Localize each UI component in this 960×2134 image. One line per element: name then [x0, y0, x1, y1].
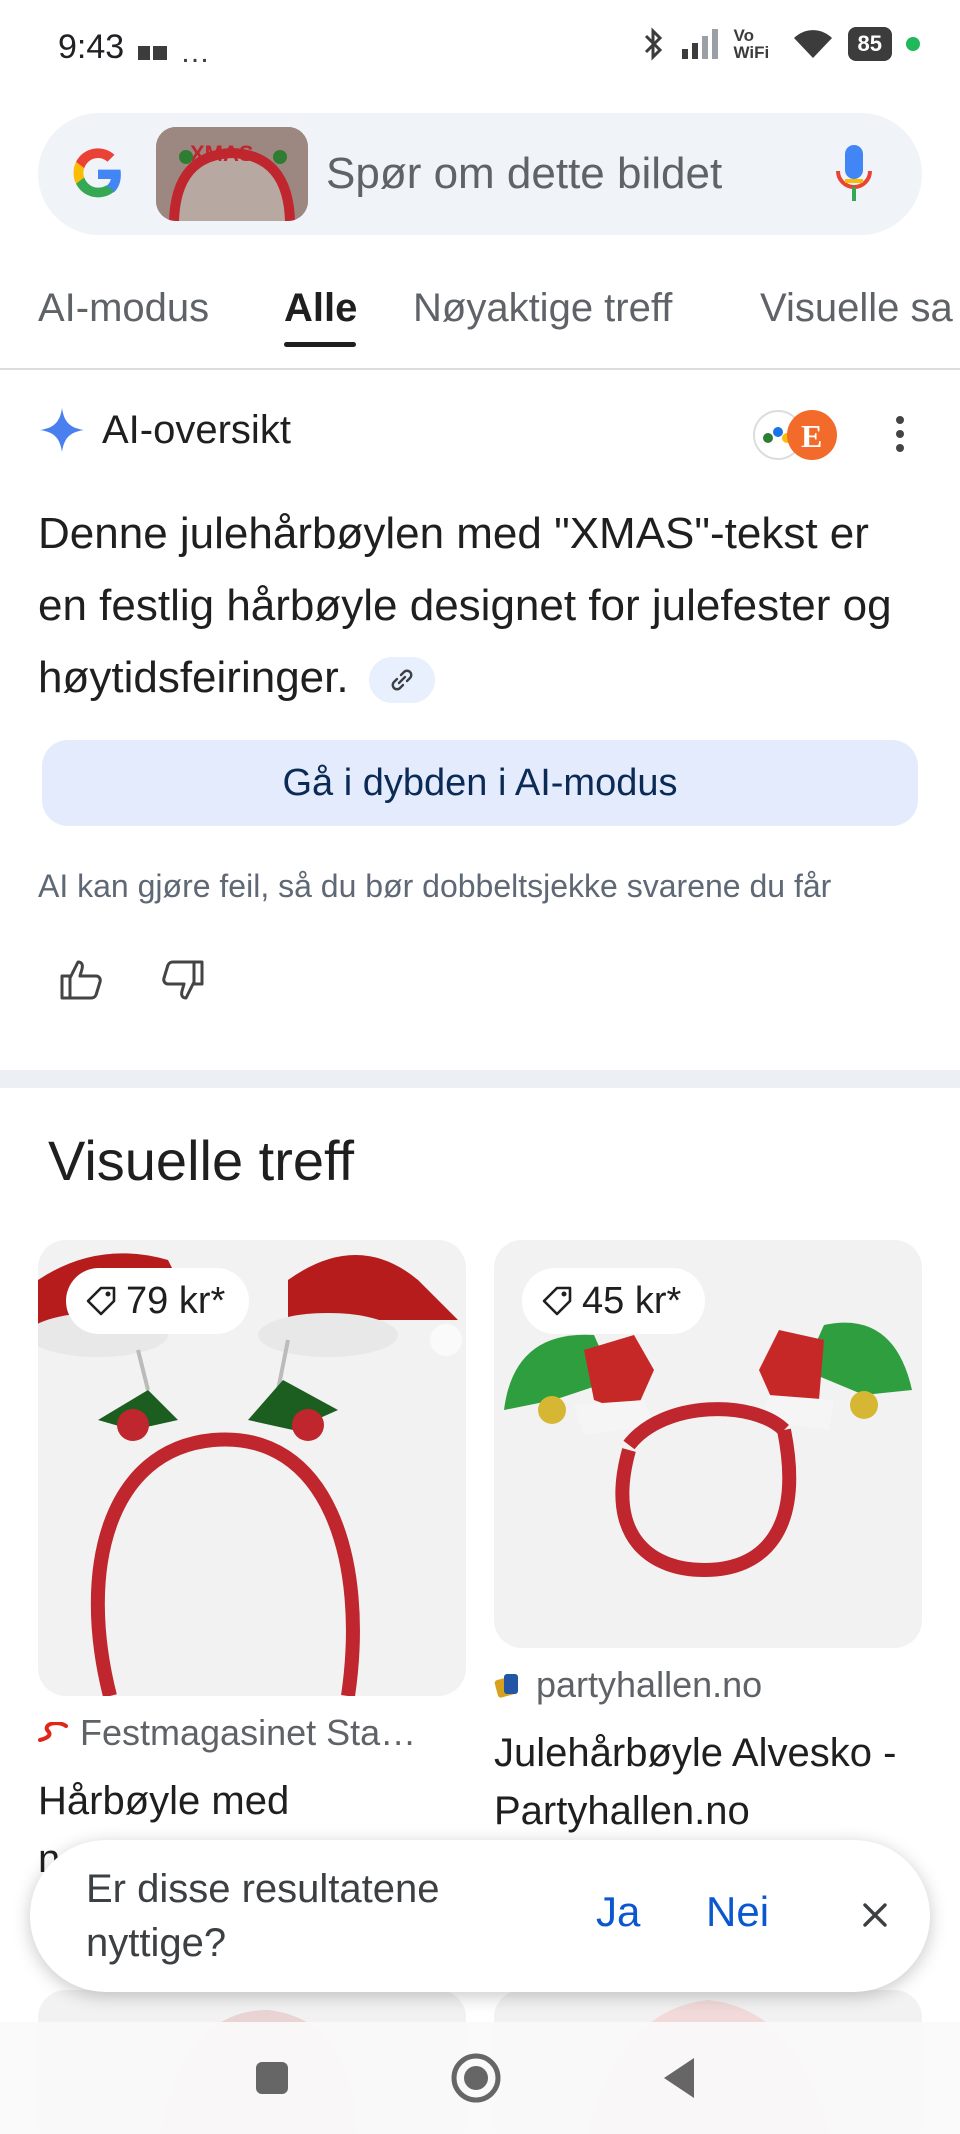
- price-tag-icon: [86, 1286, 116, 1316]
- price-label: 45 kr*: [582, 1279, 682, 1322]
- result-source-2[interactable]: partyhallen.no: [494, 1664, 762, 1706]
- notification-icons: …: [138, 36, 210, 70]
- search-tabs: AI-modus Alle Nøyaktige treff Visuelle s…: [0, 280, 960, 370]
- result-card-image-2[interactable]: 45 kr*: [494, 1240, 922, 1648]
- search-input[interactable]: Spør om dette bildet: [326, 149, 722, 199]
- wifi-icon: [793, 30, 832, 58]
- battery-level: 85: [847, 27, 892, 61]
- tab-exact-matches[interactable]: Nøyaktige treff: [413, 286, 672, 331]
- more-options-icon[interactable]: [892, 414, 908, 454]
- clock: 9:43: [58, 28, 125, 66]
- signal-icon: [681, 29, 718, 59]
- ai-overview-summary: Denne julehårbøylen med "XMAS"-tekst er …: [38, 509, 892, 702]
- price-label: 79 kr*: [126, 1279, 226, 1322]
- ai-overview-title: AI-oversikt: [102, 407, 291, 452]
- result-title-text: Hårbøyle med: [38, 1779, 290, 1823]
- feedback-no-button[interactable]: Nei: [706, 1888, 769, 1936]
- query-image-thumbnail[interactable]: XMAS: [156, 127, 308, 221]
- ai-overview-header: AI-oversikt: [38, 406, 291, 454]
- ai-disclaimer: AI kan gjøre feil, så du bør dobbeltsjek…: [38, 868, 832, 904]
- link-icon: [391, 669, 413, 691]
- dive-deeper-ai-mode-button[interactable]: Gå i dybden i AI-modus: [42, 740, 918, 826]
- tab-all[interactable]: Alle: [284, 286, 357, 331]
- tab-visual-matches[interactable]: Visuelle sa: [760, 286, 953, 331]
- search-bar[interactable]: XMAS Spør om dette bildet: [38, 113, 922, 235]
- feedback-yes-button[interactable]: Ja: [596, 1888, 640, 1936]
- more-notifications-icon: …: [180, 36, 210, 69]
- bluetooth-icon: [644, 27, 662, 61]
- result-source-1[interactable]: Festmagasinet Sta…: [38, 1712, 416, 1754]
- visual-matches-title: Visuelle treff: [48, 1129, 355, 1192]
- home-icon[interactable]: [444, 2046, 508, 2110]
- feedback-prompt: Er disse resultatene nyttige? Ja Nei: [30, 1840, 930, 1992]
- source-name: partyhallen.no: [536, 1664, 763, 1705]
- headband-thumbnail-image: XMAS: [156, 127, 308, 221]
- privacy-indicator: [906, 37, 920, 51]
- status-bar: 9:43 … Vo WiFi 85: [0, 0, 960, 90]
- vowifi-icon: Vo WiFi: [733, 26, 770, 62]
- google-logo-icon: [73, 148, 121, 198]
- feedback-question-text: Er disse resultatene nyttige?: [86, 1867, 440, 1965]
- back-icon[interactable]: [650, 2046, 714, 2110]
- status-icons: Vo WiFi 85: [642, 26, 920, 62]
- active-tab-indicator: [284, 342, 356, 347]
- partyhallen-logo-icon: [494, 1674, 518, 1698]
- thumbs-up-icon[interactable]: [58, 956, 106, 1004]
- screen: 9:43 … Vo WiFi 85 XMAS Spør om dette bil…: [0, 0, 960, 2134]
- price-tag: 79 kr*: [66, 1268, 250, 1334]
- festmagasinet-logo-icon: [38, 1722, 68, 1742]
- svg-text:E: E: [801, 418, 822, 454]
- ai-overview-text: Denne julehårbøylen med "XMAS"-tekst er …: [38, 498, 918, 714]
- gemini-sparkle-icon: [40, 408, 84, 452]
- citation-link-chip[interactable]: [368, 657, 435, 704]
- tab-ai-mode[interactable]: AI-modus: [38, 286, 209, 331]
- message-icon: [138, 46, 167, 60]
- feedback-question: Er disse resultatene nyttige?: [86, 1862, 526, 1970]
- result-title-2[interactable]: Julehårbøyle Alvesko - Partyhallen.no: [494, 1724, 922, 1840]
- price-tag: 45 kr*: [522, 1268, 706, 1334]
- microphone-icon[interactable]: [834, 143, 874, 205]
- price-tag-icon: [542, 1286, 572, 1316]
- section-divider: [0, 1070, 960, 1088]
- source-favicons-icon[interactable]: E: [752, 408, 840, 462]
- svg-text:XMAS: XMAS: [190, 141, 254, 166]
- close-icon[interactable]: [850, 1890, 900, 1940]
- recents-icon[interactable]: [240, 2046, 304, 2110]
- result-card-image-1[interactable]: 79 kr*: [38, 1240, 466, 1696]
- thumbs-down-icon[interactable]: [158, 956, 206, 1004]
- system-navigation-bar: [0, 2022, 960, 2134]
- source-name: Festmagasinet Sta…: [80, 1712, 417, 1753]
